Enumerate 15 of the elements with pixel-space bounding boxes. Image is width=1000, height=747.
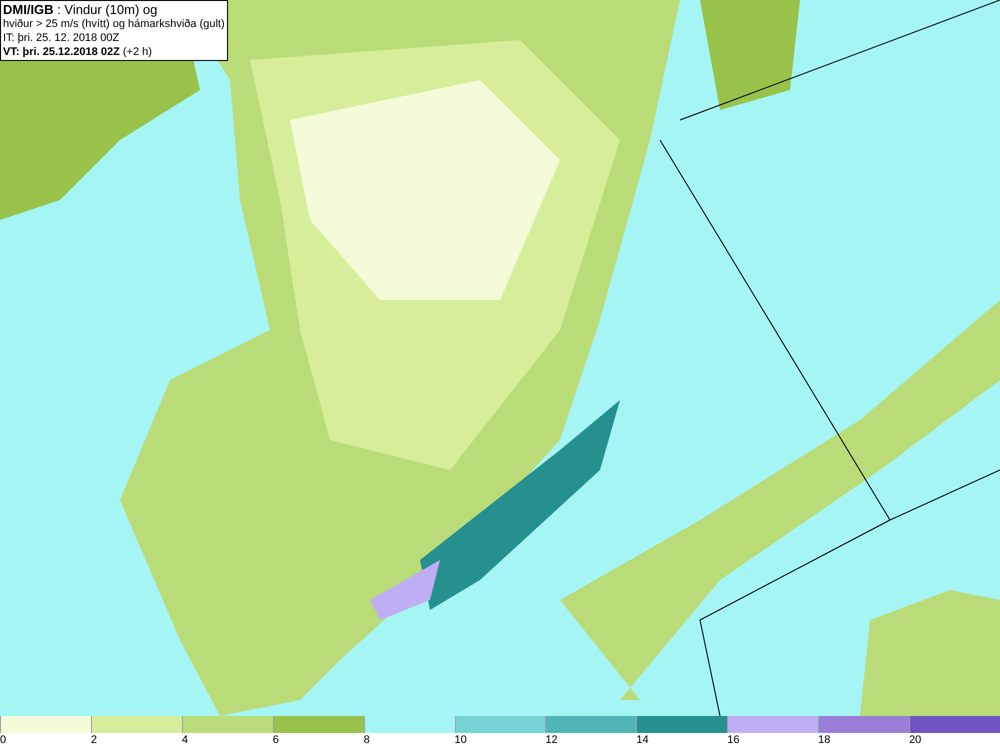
legend-label: 8: [364, 733, 370, 747]
legend-label: 10: [454, 733, 467, 747]
header-text: IT: þri. 25. 12. 2018 00Z: [3, 31, 120, 45]
legend-label: 20: [909, 733, 922, 747]
legend-label: 6: [272, 733, 279, 747]
header-text: DMI/IGB : Vindur (10m) og: [3, 2, 158, 17]
legend-label: 0: [0, 733, 6, 747]
legend-label: 14: [636, 733, 649, 747]
legend-label: 4: [182, 733, 188, 747]
header-text: VT: þri. 25.12.2018 02Z (+2 h): [3, 45, 153, 59]
legend-label: 16: [727, 733, 740, 747]
header-text: hviður > 25 m/s (hvítt) og hámarkshviða (gult): [3, 17, 225, 31]
legend-label: 18: [818, 733, 830, 747]
legend-label: 2: [90, 733, 98, 747]
legend-label: 12: [545, 733, 558, 747]
